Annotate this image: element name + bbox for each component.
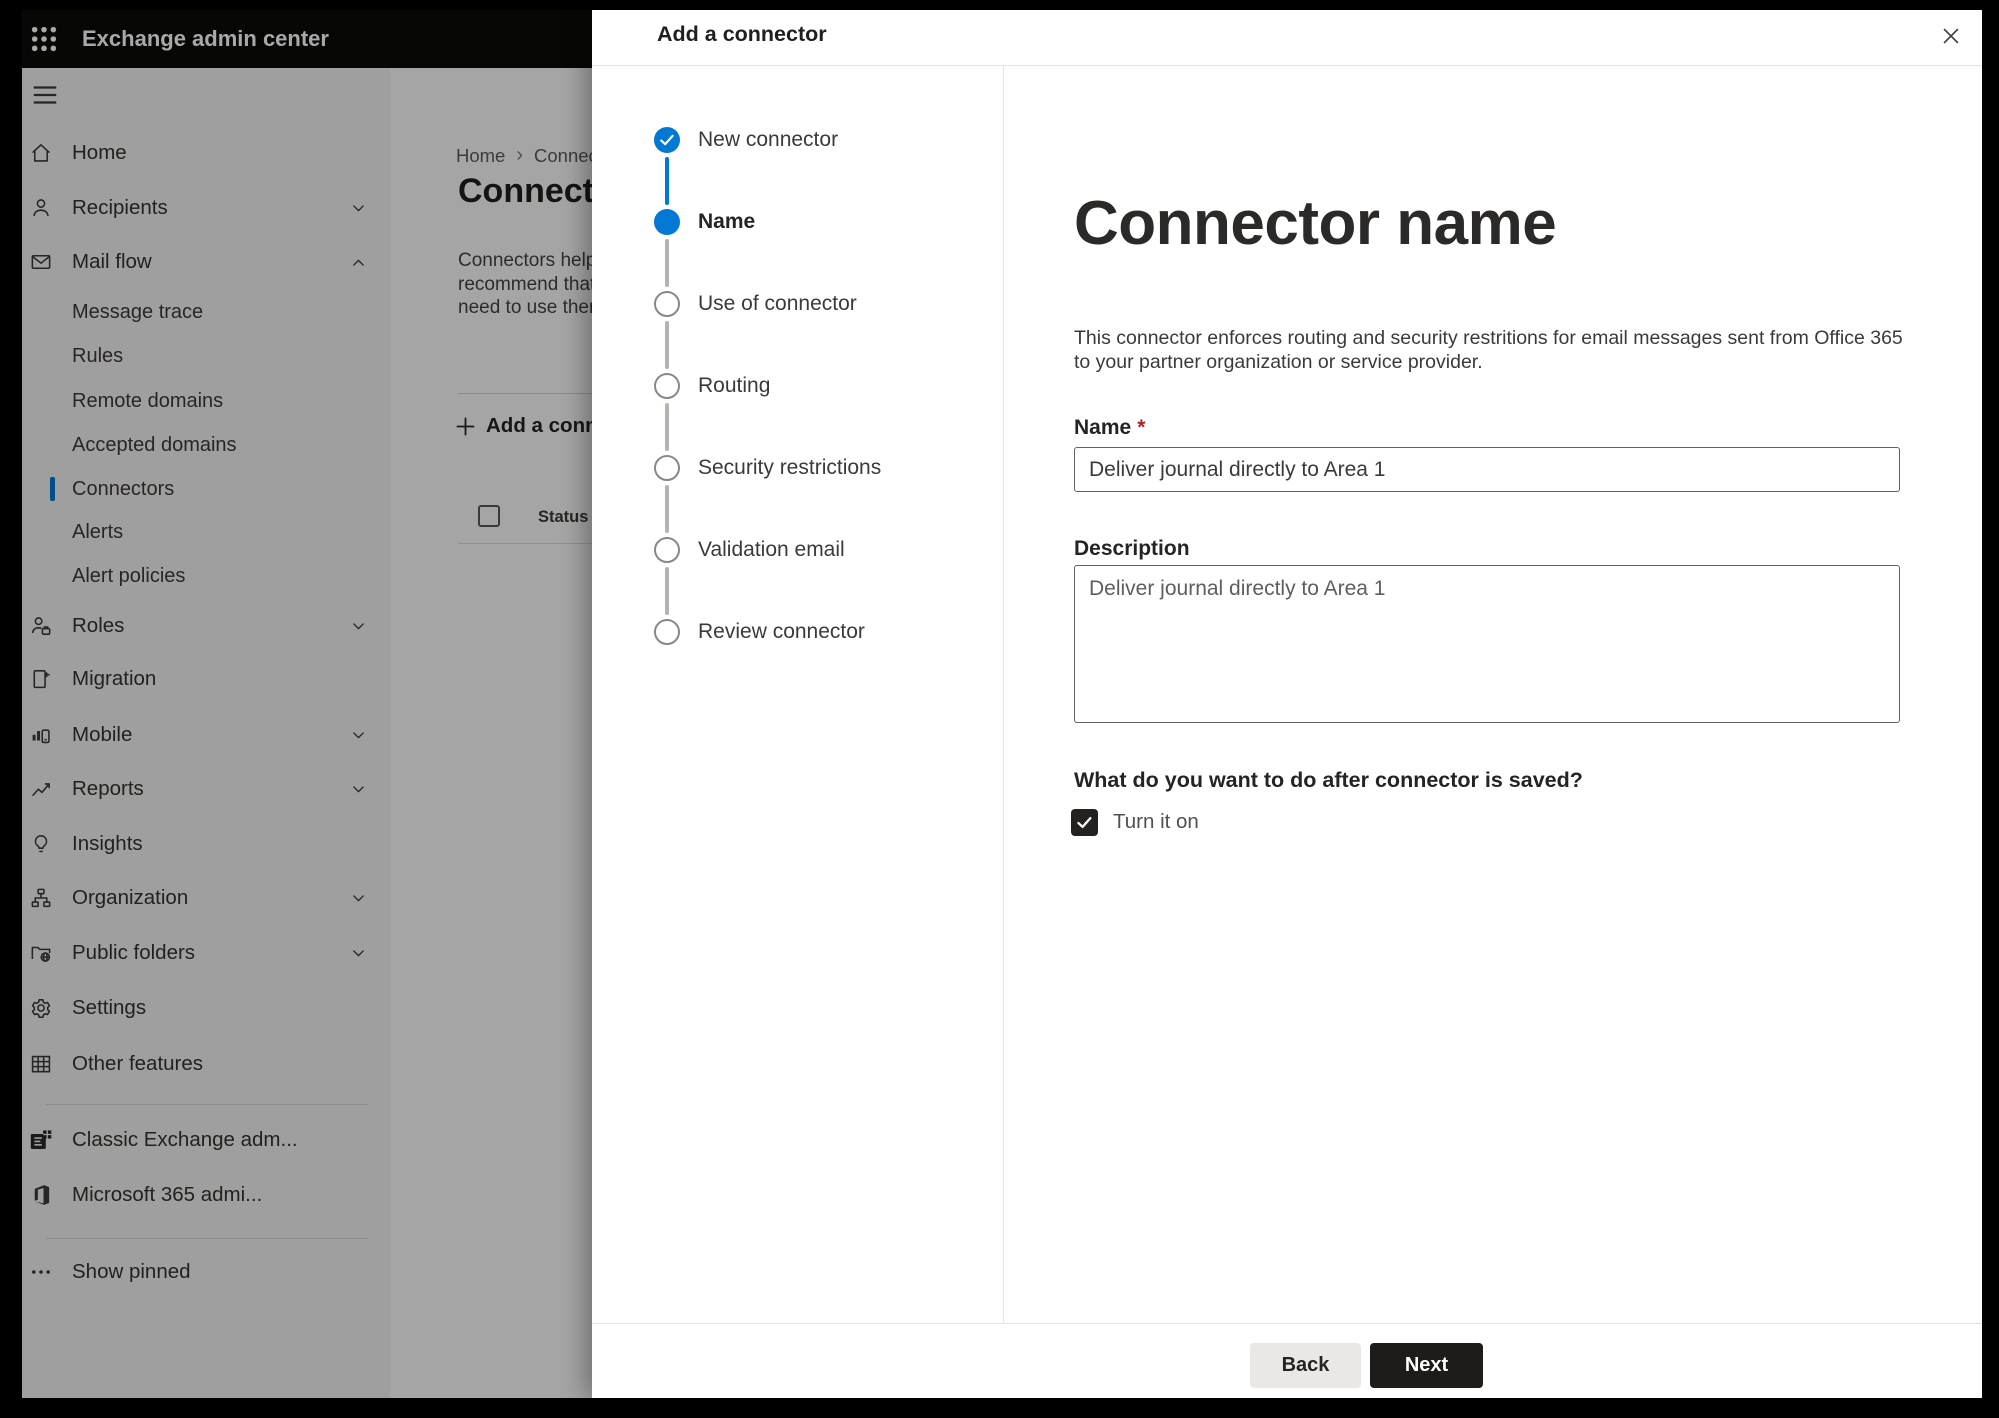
wizard-step-use-of-connector[interactable]: Use of connector <box>698 290 857 318</box>
name-label-text: Name <box>1074 416 1132 439</box>
wizard-step-validation-email[interactable]: Validation email <box>698 536 845 564</box>
name-field-label: Name * <box>1074 416 1145 440</box>
add-connector-dialog: Add a connector New connector Name Use o… <box>592 10 1982 1398</box>
after-save-question: What do you want to do after connector i… <box>1074 768 1583 792</box>
wizard-step-routing[interactable]: Routing <box>698 372 770 400</box>
next-button[interactable]: Next <box>1370 1343 1483 1388</box>
wizard-connector-line <box>665 157 669 205</box>
wizard-content-divider <box>1003 66 1004 1323</box>
wizard-connector-line <box>665 485 669 533</box>
wizard-page-description: This connector enforces routing and secu… <box>1074 327 1903 375</box>
required-mark: * <box>1137 416 1146 439</box>
wizard-connector-line <box>665 567 669 615</box>
wizard-step-security-restrictions[interactable]: Security restrictions <box>698 454 881 482</box>
wizard-description-line: This connector enforces routing and secu… <box>1074 327 1903 349</box>
dialog-header-divider <box>592 65 1982 66</box>
name-input[interactable] <box>1074 447 1900 492</box>
close-icon[interactable] <box>1936 20 1968 52</box>
application-window: Exchange admin center Home Recipients Ma… <box>22 10 1982 1398</box>
wizard-connector-line <box>665 403 669 451</box>
turn-it-on-checkbox[interactable] <box>1071 809 1098 836</box>
back-button[interactable]: Back <box>1250 1343 1361 1388</box>
step-completed-icon <box>654 127 680 153</box>
wizard-step-name[interactable]: Name <box>698 208 755 236</box>
dialog-footer-divider <box>592 1323 1982 1324</box>
description-label-text: Description <box>1074 537 1190 560</box>
turn-it-on-label: Turn it on <box>1113 810 1199 833</box>
wizard-connector-line <box>665 321 669 369</box>
step-upcoming-icon <box>654 373 680 399</box>
dialog-title: Add a connector <box>657 22 827 46</box>
step-upcoming-icon <box>654 537 680 563</box>
wizard-step-review-connector[interactable]: Review connector <box>698 618 865 646</box>
wizard-connector-line <box>665 239 669 287</box>
description-field-label: Description <box>1074 537 1190 561</box>
description-textarea[interactable]: Deliver journal directly to Area 1 <box>1074 565 1900 723</box>
step-upcoming-icon <box>654 291 680 317</box>
step-upcoming-icon <box>654 619 680 645</box>
step-current-icon <box>654 209 680 235</box>
wizard-step-new-connector[interactable]: New connector <box>698 126 838 154</box>
wizard-page-heading: Connector name <box>1074 189 1557 258</box>
wizard-description-line: to your partner organization or service … <box>1074 350 1483 373</box>
step-upcoming-icon <box>654 455 680 481</box>
